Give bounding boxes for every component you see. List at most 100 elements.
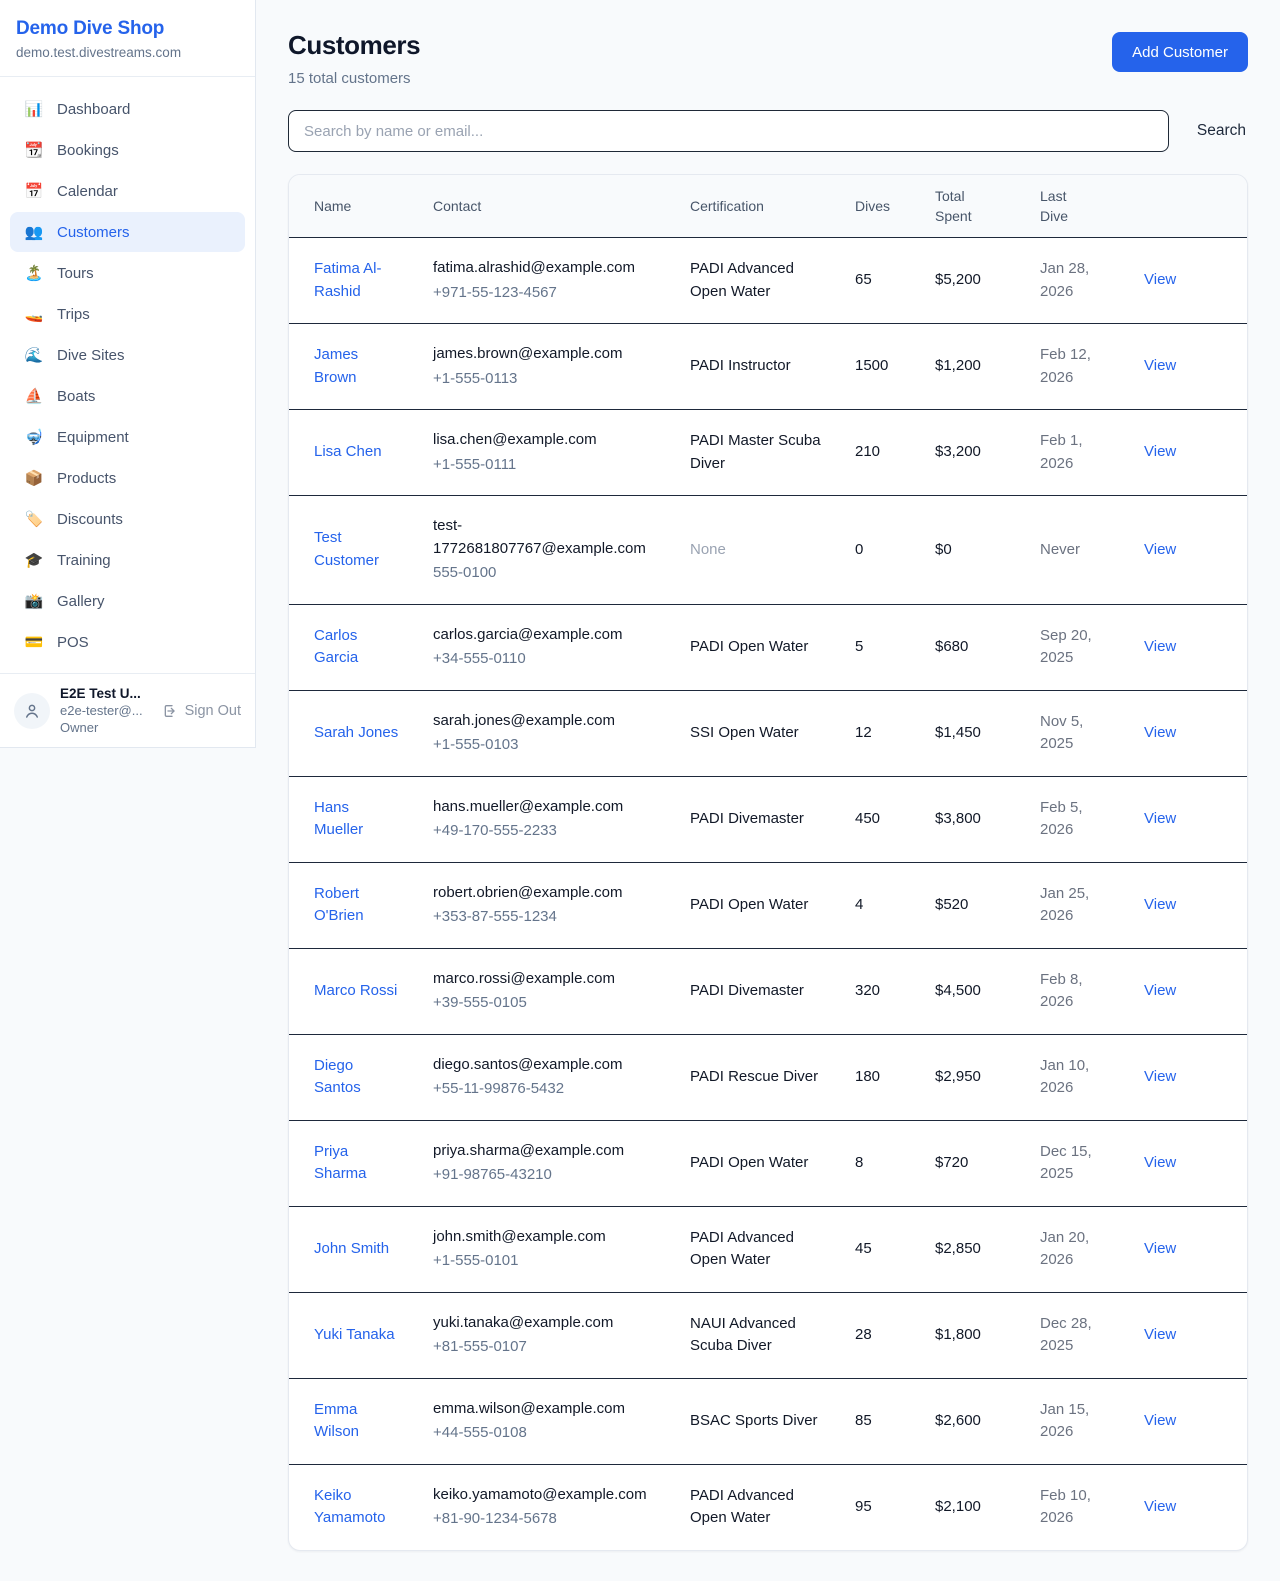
view-customer-link[interactable]: View [1144,1326,1176,1343]
table-row: Emma Wilson emma.wilson@example.com +44-… [289,1378,1248,1464]
shop-domain: demo.test.divestreams.com [16,45,239,60]
sign-out-icon [162,703,178,719]
sidebar-item-label: Training [57,552,111,569]
customer-name-link[interactable]: Lisa Chen [314,443,382,460]
sidebar-item-customers[interactable]: 👥 Customers [10,212,245,252]
sidebar-item-bookings[interactable]: 📆 Bookings [10,130,245,170]
customer-dives: 28 [855,1326,872,1343]
view-customer-link[interactable]: View [1144,1240,1176,1257]
customer-email: priya.sharma@example.com [433,1140,658,1163]
customer-last-dive: Jan 25, 2026 [1040,885,1089,925]
customer-name-link[interactable]: Diego Santos [314,1057,361,1097]
sidebar-item-boats[interactable]: ⛵ Boats [10,376,245,416]
sign-out-button[interactable]: Sign Out [162,703,241,719]
customer-name-link[interactable]: Sarah Jones [314,724,398,741]
view-customer-link[interactable]: View [1144,1498,1176,1515]
customer-email: robert.obrien@example.com [433,882,658,905]
sidebar-item-training[interactable]: 🎓 Training [10,540,245,580]
customer-last-dive: Jan 15, 2026 [1040,1401,1089,1441]
customer-email: keiko.yamamoto@example.com [433,1484,658,1507]
table-row: Test Customer test-1772681807767@example… [289,496,1248,605]
customer-name-link[interactable]: Emma Wilson [314,1401,359,1441]
sidebar-item-dashboard[interactable]: 📊 Dashboard [10,89,245,129]
customer-total-spent: $3,800 [935,810,981,827]
sidebar-header: Demo Dive Shop demo.test.divestreams.com [0,0,255,77]
customer-name-link[interactable]: Fatima Al-Rashid [314,260,382,300]
view-customer-link[interactable]: View [1144,271,1176,288]
user-name: E2E Test U... [60,686,152,701]
customer-last-dive: Jan 28, 2026 [1040,260,1089,300]
gallery-icon: 📸 [24,592,44,610]
search-input[interactable] [288,110,1169,152]
view-customer-link[interactable]: View [1144,1154,1176,1171]
user-role: Owner [60,720,152,735]
sidebar-item-label: Customers [57,224,130,241]
pos-icon: 💳 [24,633,44,651]
customer-total-spent: $1,800 [935,1326,981,1343]
view-customer-link[interactable]: View [1144,1412,1176,1429]
customer-last-dive: Feb 1, 2026 [1040,432,1083,472]
table-row: Carlos Garcia carlos.garcia@example.com … [289,604,1248,690]
sidebar-item-dive-sites[interactable]: 🌊 Dive Sites [10,335,245,375]
dashboard-icon: 📊 [24,100,44,118]
view-customer-link[interactable]: View [1144,1068,1176,1085]
customers-table: NameContactCertificationDivesTotal Spent… [289,175,1248,1550]
customer-total-spent: $2,600 [935,1412,981,1429]
customer-name-link[interactable]: Test Customer [314,529,379,569]
customer-certification: PADI Divemaster [690,982,804,999]
user-footer: E2E Test U... e2e-tester@... Owner Sign … [0,673,255,747]
sidebar-item-equipment[interactable]: 🤿 Equipment [10,417,245,457]
customer-phone: +44-555-0108 [433,1422,658,1445]
sidebar-item-trips[interactable]: 🚤 Trips [10,294,245,334]
add-customer-button[interactable]: Add Customer [1112,32,1248,72]
sidebar-item-label: Dive Sites [57,347,125,364]
customer-name-link[interactable]: James Brown [314,346,358,386]
table-row: Sarah Jones sarah.jones@example.com +1-5… [289,690,1248,776]
customer-name-link[interactable]: Robert O'Brien [314,885,364,925]
sidebar-item-products[interactable]: 📦 Products [10,458,245,498]
view-customer-link[interactable]: View [1144,810,1176,827]
customer-name-link[interactable]: Yuki Tanaka [314,1326,395,1343]
customer-total-spent: $2,850 [935,1240,981,1257]
table-row: Priya Sharma priya.sharma@example.com +9… [289,1120,1248,1206]
view-customer-link[interactable]: View [1144,896,1176,913]
customer-phone: +81-555-0107 [433,1336,658,1359]
customer-phone: +1-555-0103 [433,734,658,757]
table-row: Keiko Yamamoto keiko.yamamoto@example.co… [289,1464,1248,1550]
search-button[interactable]: Search [1195,118,1248,144]
sidebar-nav: 📊 Dashboard 📆 Bookings 📅 Calendar 👥 Cust… [0,77,255,673]
sidebar-item-pos[interactable]: 💳 POS [10,622,245,662]
customer-name-link[interactable]: Keiko Yamamoto [314,1487,385,1527]
customer-certification: NAUI Advanced Scuba Diver [690,1315,796,1355]
customer-name-link[interactable]: John Smith [314,1240,389,1257]
customer-dives: 95 [855,1498,872,1515]
user-email: e2e-tester@... [60,703,152,718]
customer-email: sarah.jones@example.com [433,710,658,733]
customer-phone: +34-555-0110 [433,648,658,671]
view-customer-link[interactable]: View [1144,541,1176,558]
customer-certification: PADI Divemaster [690,810,804,827]
sidebar-item-tours[interactable]: 🏝️ Tours [10,253,245,293]
view-customer-link[interactable]: View [1144,443,1176,460]
boats-icon: ⛵ [24,387,44,405]
customer-total-spent: $680 [935,638,968,655]
customer-name-link[interactable]: Carlos Garcia [314,627,358,667]
view-customer-link[interactable]: View [1144,638,1176,655]
customer-name-link[interactable]: Priya Sharma [314,1143,367,1183]
customer-phone: +81-90-1234-5678 [433,1508,658,1531]
customer-email: marco.rossi@example.com [433,968,658,991]
sidebar-item-label: Discounts [57,511,123,528]
sidebar-item-discounts[interactable]: 🏷️ Discounts [10,499,245,539]
page-header: Customers 15 total customers Add Custome… [288,30,1248,87]
customer-phone: +55-11-99876-5432 [433,1078,658,1101]
view-customer-link[interactable]: View [1144,724,1176,741]
customer-name-link[interactable]: Hans Mueller [314,799,363,839]
column-header: Certification [674,175,839,238]
training-icon: 🎓 [24,551,44,569]
sidebar-item-gallery[interactable]: 📸 Gallery [10,581,245,621]
view-customer-link[interactable]: View [1144,357,1176,374]
sidebar-item-calendar[interactable]: 📅 Calendar [10,171,245,211]
view-customer-link[interactable]: View [1144,982,1176,999]
customer-name-link[interactable]: Marco Rossi [314,982,397,999]
table-row: Hans Mueller hans.mueller@example.com +4… [289,776,1248,862]
